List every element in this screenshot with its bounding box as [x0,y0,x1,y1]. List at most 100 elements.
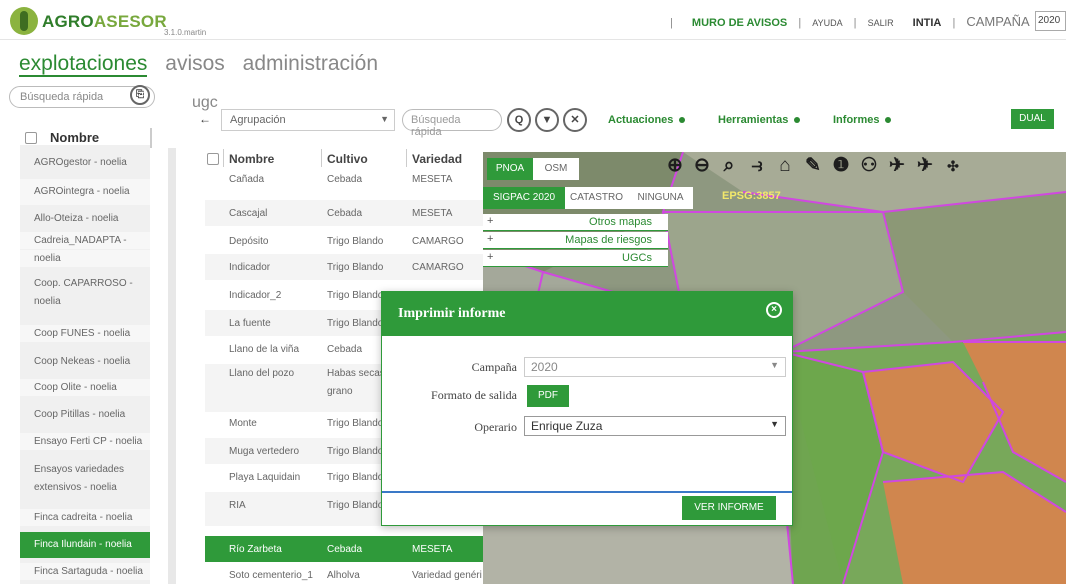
export-icon[interactable]: ⎘ [130,85,150,105]
dual-view-button[interactable]: DUAL [1011,109,1054,129]
campana-select[interactable]: 2020 [1035,11,1066,31]
informes-menu[interactable]: Informes [833,114,891,126]
binoculars-icon[interactable]: ⚇ [857,154,881,178]
table-row[interactable]: Indicador Trigo Blando CAMARGO [205,254,485,280]
agrupacion-select[interactable]: Agrupación ▼ [221,109,395,131]
cell-cultivo: Trigo Blando [327,446,384,457]
dialog-title: Imprimir informe [398,306,506,321]
satellite-icon[interactable]: ✈ [885,154,909,178]
organization-label: INTIA [912,17,942,29]
scrollbar[interactable] [168,148,176,584]
filter-icon[interactable]: ▼ [535,108,559,132]
list-item[interactable]: Allo-Oteiza - noelia [20,210,150,227]
select-all-rows-checkbox[interactable] [207,153,219,165]
pdf-format-button[interactable]: PDF [527,385,569,407]
herramientas-menu[interactable]: Herramientas [718,114,800,126]
catastro-tab[interactable]: CATASTRO [565,187,628,209]
list-item[interactable]: Finca cadreita - noelia [20,509,150,526]
agroasesor-logo-icon [10,7,38,35]
layer-label: Mapas de riesgos [565,234,652,246]
list-item[interactable]: Cadreia_NADAPTA - [20,232,150,249]
formato-field-label: Formato de salida [431,388,517,402]
select-all-checkbox[interactable] [25,132,37,144]
table-row[interactable]: Soto cementerio_1 Alholva Variedad genér… [205,566,485,588]
cell-cultivo: Alholva [327,570,360,581]
list-item[interactable]: Coop Pitillas - noelia [20,406,150,423]
col-cultivo[interactable]: Cultivo [321,149,368,167]
cell-variedad: MESETA [412,174,453,185]
cell-cultivo: Trigo Blando [327,236,384,247]
muro-de-avisos-link[interactable]: MURO DE AVISOS [692,17,787,29]
col-variedad[interactable]: Variedad [405,149,462,167]
operario-dropdown[interactable]: Enrique Zuza ▼ [524,416,786,436]
list-item[interactable]: Coop Olite - noelia [20,379,150,396]
satellite-info-icon[interactable]: ✈ [913,154,937,178]
plus-icon: + [487,233,494,245]
brand-name[interactable]: AGROASESOR [42,12,167,32]
cell-cultivo: Cebada [327,208,363,219]
list-item[interactable]: AGROintegra - noelia [20,179,150,205]
cell-cultivo: Trigo Blando [327,290,384,301]
cell-nombre: Monte [229,418,257,429]
pnoa-layer-tab[interactable]: PNOA [487,158,533,180]
cell-nombre: Río Zarbeta [229,544,282,555]
list-item[interactable]: Coop Nekeas - noelia [20,353,150,370]
ninguna-tab[interactable]: NINGUNA [628,187,693,209]
actuaciones-menu[interactable]: Actuaciones [608,114,685,126]
table-row-selected[interactable]: Río Zarbeta Cebada MESETA [205,536,485,562]
sigpac-tab[interactable]: SIGPAC 2020 [483,187,565,209]
list-item[interactable]: Coop FUNES - noelia [20,325,150,342]
layer-otros-mapas[interactable]: + Otros mapas [483,214,668,231]
table-row[interactable]: Cascajal Cebada MESETA [205,200,485,226]
list-item[interactable]: extensivos - noelia [20,479,150,496]
tab-administracion[interactable]: administración [243,52,378,75]
top-nav: | MURO DE AVISOS | AYUDA | SALIR INTIA |… [670,14,1030,29]
measure-icon[interactable]: ⥽ [745,154,769,178]
list-item[interactable]: Finca Sartaguda - noelia [20,563,150,580]
ver-informe-button[interactable]: VER INFORME [682,496,776,520]
search-icon[interactable]: Q [507,108,531,132]
info-icon[interactable]: ❶ [829,154,853,178]
list-item[interactable]: noelia [20,250,150,267]
salir-link[interactable]: SALIR [868,18,894,28]
layer-mapas-riesgos[interactable]: + Mapas de riesgos [483,232,668,249]
zoom-in-icon[interactable]: ⊕ [663,154,687,178]
clear-filter-icon[interactable]: ✕ [563,108,587,132]
cell-cultivo: Cebada [327,544,363,555]
explotaciones-list: AGROgestor - noelia AGROintegra - noelia… [20,145,150,584]
top-bar: AGROASESOR 3.1.0.martin | MURO DE AVISOS… [0,0,1066,40]
cell-cultivo: Cebada [327,174,363,185]
close-icon[interactable]: × [766,302,782,318]
home-icon[interactable]: ⌂ [773,154,797,178]
layer-label: Otros mapas [589,216,652,228]
column-resizer[interactable] [150,128,152,148]
main-nav: explotaciones avisos administración [19,52,390,77]
list-item[interactable]: noelia [20,293,150,310]
col-nombre[interactable]: Nombre [222,149,274,167]
list-item-selected[interactable]: Finca Ilundain - noelia [20,532,150,558]
tab-avisos[interactable]: avisos [165,52,225,75]
campana-dropdown-value: 2020 [531,360,558,374]
layer-ugcs[interactable]: + UGCs [483,250,668,267]
cell-cultivo: Trigo Blando [327,262,384,273]
ruler-icon[interactable]: ✎ [801,154,825,178]
list-item[interactable]: AGROgestor - noelia [20,154,150,171]
drone-icon[interactable]: ✣ [941,154,965,178]
table-row[interactable]: Cañada Cebada MESETA [205,174,485,194]
campana-dropdown[interactable]: 2020 ▼ [524,357,786,377]
zoom-extent-icon[interactable]: ⌕ [717,154,741,178]
ugc-search-input[interactable]: Búsqueda rápida [402,109,502,138]
osm-layer-tab[interactable]: OSM [533,158,579,180]
separator: | [853,17,857,29]
separator: | [952,17,956,29]
ayuda-link[interactable]: AYUDA [812,18,842,28]
zoom-out-icon[interactable]: ⊖ [690,154,714,178]
cell-variedad: Variedad genéri [412,570,482,581]
table-row[interactable]: Depósito Trigo Blando CAMARGO [205,232,485,252]
list-item[interactable]: Coop. CAPARROSO - [20,275,150,292]
tab-explotaciones[interactable]: explotaciones [19,52,148,77]
list-item[interactable]: Ensayo Ferti CP - noelia [20,433,150,450]
list-item[interactable]: Ensayos variedades [20,461,150,478]
back-arrow-icon[interactable]: ← [199,112,211,126]
imprimir-informe-dialog: Imprimir informe × Campaña 2020 ▼ Format… [381,291,793,526]
